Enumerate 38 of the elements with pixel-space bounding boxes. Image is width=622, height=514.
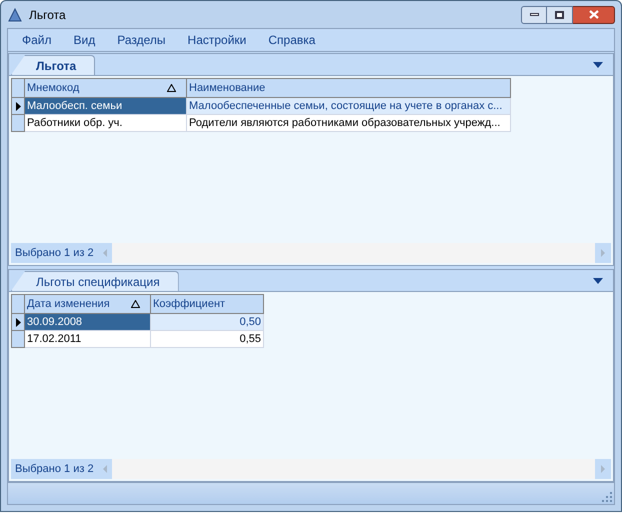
table-cell: 0,50 xyxy=(151,314,264,331)
menu-item[interactable]: Настройки xyxy=(188,31,246,49)
dropdown-icon[interactable] xyxy=(593,278,603,284)
selection-count: Выбрано 1 из 2 xyxy=(11,459,98,479)
column-header[interactable]: Коэффициент xyxy=(151,294,264,314)
current-row-icon xyxy=(16,318,20,326)
column-header[interactable]: Дата изменения xyxy=(25,294,151,314)
table-cell: Малообесп. семьи xyxy=(25,98,187,115)
table-cell: 30.09.2008 xyxy=(25,314,151,331)
row-selector[interactable] xyxy=(11,98,25,115)
menu-item[interactable]: Разделы xyxy=(117,31,166,49)
maximize-button[interactable] xyxy=(547,6,573,24)
tab[interactable]: Льгота xyxy=(11,55,96,75)
menu-item[interactable]: Вид xyxy=(74,31,96,49)
menu-item[interactable]: Справка xyxy=(268,31,316,49)
current-row-icon xyxy=(16,102,20,110)
row-header xyxy=(11,78,25,98)
minimize-button[interactable] xyxy=(521,6,547,24)
row-selector[interactable] xyxy=(11,314,25,331)
selection-count: Выбрано 1 из 2 xyxy=(11,243,98,263)
sort-icon xyxy=(167,84,176,92)
menu-item[interactable]: Файл xyxy=(22,31,52,49)
close-button[interactable] xyxy=(573,6,615,24)
column-header[interactable]: Мнемокод xyxy=(25,78,187,98)
resize-grip-icon[interactable] xyxy=(602,492,612,502)
table-cell: Малообеспеченные семьи, состоящие на учете в органах с... xyxy=(187,98,511,115)
table-cell: Работники обр. уч. xyxy=(25,115,187,132)
table-cell: 0,55 xyxy=(151,331,264,348)
tab[interactable]: Льготы спецификация xyxy=(11,271,179,291)
column-header[interactable]: Наименование xyxy=(187,78,511,98)
close-icon xyxy=(588,10,598,19)
sort-icon xyxy=(131,300,140,308)
row-header xyxy=(11,294,25,314)
app-icon xyxy=(7,6,23,22)
window-title: Льгота xyxy=(29,6,66,24)
dropdown-icon[interactable] xyxy=(593,62,603,68)
table-cell: 17.02.2011 xyxy=(25,331,151,348)
table-cell: Родители являются работниками образовательных учрежд... xyxy=(187,115,511,132)
